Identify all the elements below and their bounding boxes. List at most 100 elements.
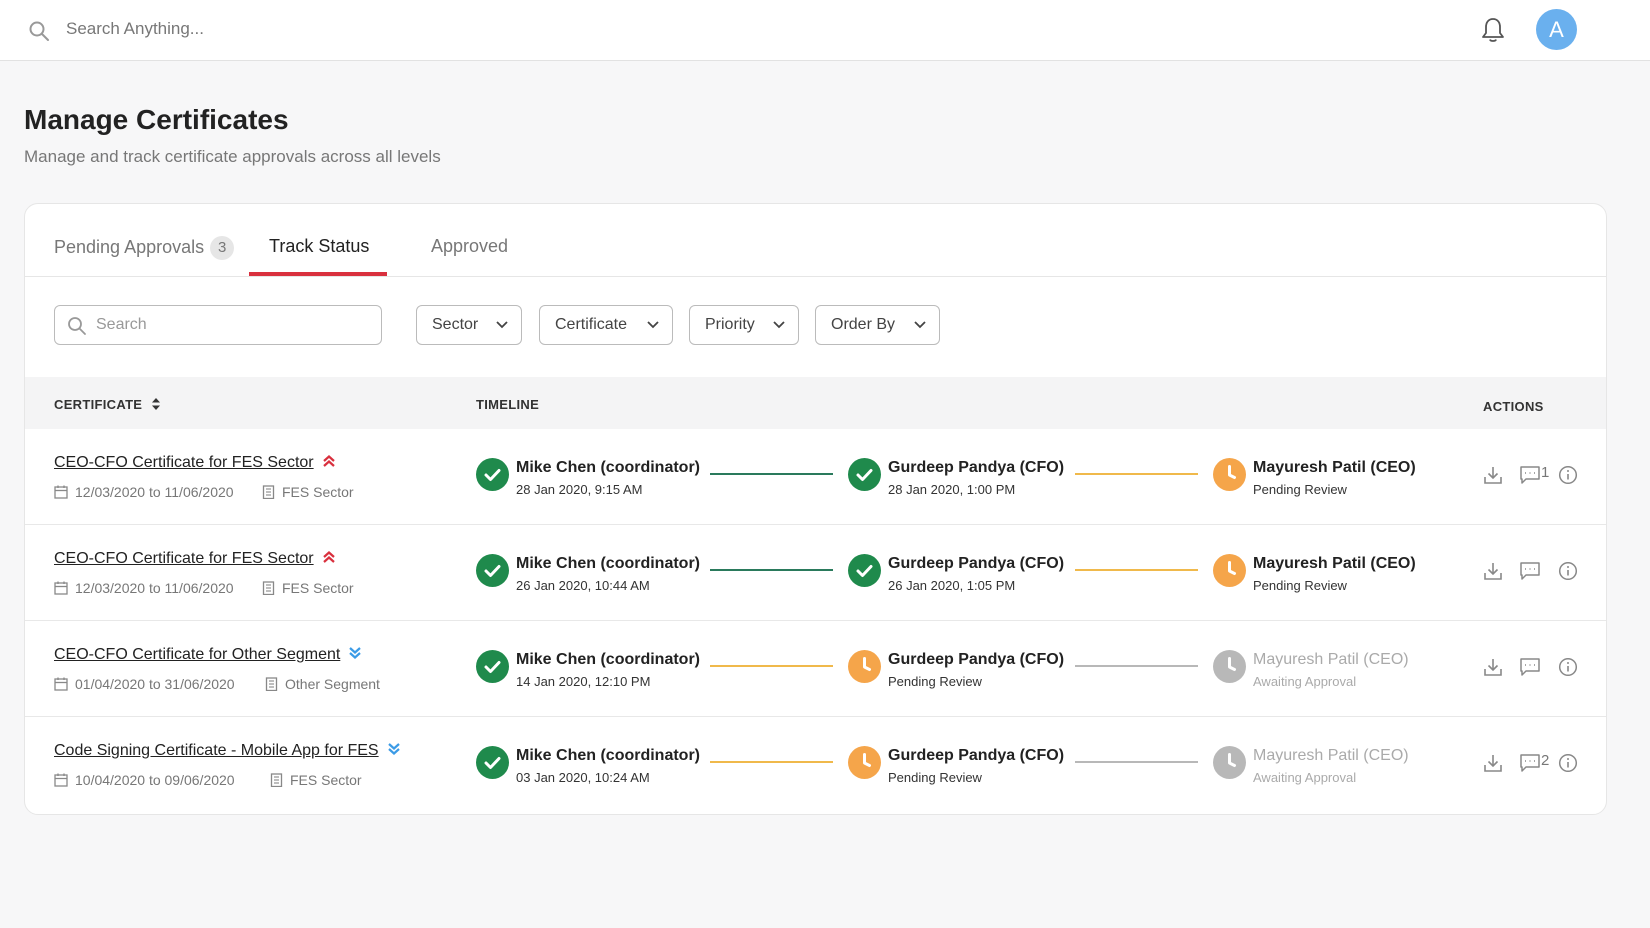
sector-label: FES Sector <box>262 484 354 500</box>
tab-pending-approvals[interactable]: Pending Approvals 3 <box>54 236 235 260</box>
stage-status-indicator <box>848 650 881 683</box>
certificates-card: Pending Approvals 3 Track Status Approved… <box>24 203 1607 815</box>
tab-approved[interactable]: Approved <box>431 236 508 257</box>
approver-name: Gurdeep Pandya (CFO) <box>888 555 1065 572</box>
clock-icon <box>863 657 871 671</box>
sort-icon[interactable] <box>151 397 161 411</box>
calendar-icon <box>54 677 68 691</box>
comment-icon[interactable] <box>1519 753 1541 773</box>
check-icon <box>856 469 873 481</box>
info-icon[interactable] <box>1558 753 1578 773</box>
table-row: CEO-CFO Certificate for FES Sector 12/03/… <box>25 525 1606 621</box>
table-row: Code Signing Certificate - Mobile App fo… <box>25 717 1606 813</box>
stage-detail: 28 Jan 2020, 1:00 PM <box>888 482 1016 497</box>
chevron-down-icon <box>647 321 659 329</box>
sector-label: FES Sector <box>262 580 354 596</box>
table-row: CEO-CFO Certificate for Other Segment 01/… <box>25 621 1606 717</box>
calendar-icon <box>54 485 68 499</box>
timeline-connector <box>710 761 833 763</box>
stage-detail: Pending Review <box>1253 482 1347 497</box>
avatar[interactable]: A <box>1536 9 1577 50</box>
approver-name: Mayuresh Patil (CEO) <box>1253 747 1409 764</box>
chevron-down-icon <box>496 321 508 329</box>
comment-icon[interactable] <box>1519 561 1541 581</box>
comment-icon[interactable] <box>1519 657 1541 677</box>
info-icon[interactable] <box>1558 657 1578 677</box>
page-subtitle: Manage and track certificate approvals a… <box>24 147 441 166</box>
certificate-link[interactable]: CEO-CFO Certificate for FES Sector <box>54 454 336 472</box>
dropdown-label: Sector <box>432 316 479 333</box>
timeline-connector <box>710 569 833 571</box>
info-icon[interactable] <box>1558 465 1578 485</box>
stage-detail: Pending Review <box>888 770 982 785</box>
download-icon[interactable] <box>1483 657 1503 677</box>
sector-label: Other Segment <box>265 676 380 692</box>
approver-name: Mayuresh Patil (CEO) <box>1253 555 1416 572</box>
priority-dropdown[interactable]: Priority <box>689 305 799 345</box>
certificate-dropdown[interactable]: Certificate <box>539 305 673 345</box>
tab-label: Approved <box>431 236 509 256</box>
top-bar: Search Anything... A <box>0 0 1650 61</box>
double-chevron-down-icon <box>387 743 400 755</box>
approver-name: Mike Chen (coordinator) <box>516 459 701 476</box>
certificate-link[interactable]: Code Signing Certificate - Mobile App fo… <box>54 742 401 760</box>
stage-status-indicator <box>1213 650 1246 683</box>
bell-icon[interactable] <box>1480 16 1506 44</box>
approver-name: Gurdeep Pandya (CFO) <box>888 459 1065 476</box>
stage-status-indicator <box>476 554 509 587</box>
tab-label: Pending Approvals <box>54 237 205 257</box>
double-chevron-up-icon <box>322 551 335 563</box>
tab-label: Track Status <box>269 236 370 256</box>
timeline-connector <box>710 473 833 475</box>
column-label: CERTIFICATE <box>54 397 143 412</box>
download-icon[interactable] <box>1483 753 1503 773</box>
certificate-link[interactable]: CEO-CFO Certificate for FES Sector <box>54 550 336 568</box>
search-input[interactable] <box>96 314 366 336</box>
double-chevron-up-icon <box>322 455 335 467</box>
building-icon <box>270 773 283 788</box>
download-icon[interactable] <box>1483 561 1503 581</box>
pending-count-badge: 3 <box>210 236 235 260</box>
timeline-connector <box>710 665 833 667</box>
certificate-column-header[interactable]: CERTIFICATE <box>54 397 161 412</box>
table-row: CEO-CFO Certificate for FES Sector 12/03/… <box>25 429 1606 525</box>
clock-icon <box>1228 561 1236 575</box>
check-icon <box>484 565 501 577</box>
timeline-column-header: TIMELINE <box>476 397 540 412</box>
active-tab-indicator <box>249 272 387 276</box>
certificate-link[interactable]: CEO-CFO Certificate for Other Segment <box>54 646 362 664</box>
sector-dropdown[interactable]: Sector <box>416 305 522 345</box>
stage-detail: 03 Jan 2020, 10:24 AM <box>516 770 650 785</box>
sector-label: FES Sector <box>270 772 362 788</box>
timeline-connector <box>1075 473 1198 475</box>
approver-name: Mike Chen (coordinator) <box>516 555 701 572</box>
tab-track-status[interactable]: Track Status <box>269 236 369 257</box>
tab-bar: Pending Approvals 3 Track Status Approved <box>25 204 1606 277</box>
download-icon[interactable] <box>1483 465 1503 485</box>
comment-icon[interactable] <box>1519 465 1541 485</box>
check-icon <box>484 757 501 769</box>
building-icon <box>265 677 278 692</box>
stage-detail: 28 Jan 2020, 9:15 AM <box>516 482 643 497</box>
comment-count: 2 <box>1541 752 1550 769</box>
approver-name: Mike Chen (coordinator) <box>516 651 701 668</box>
info-icon[interactable] <box>1558 561 1578 581</box>
global-search-input[interactable]: Search Anything... <box>66 19 204 39</box>
stage-detail: 14 Jan 2020, 12:10 PM <box>516 674 651 689</box>
date-range: 01/04/2020 to 31/06/2020 <box>54 676 235 692</box>
building-icon <box>262 485 275 500</box>
clock-icon <box>1228 465 1236 479</box>
stage-status-indicator <box>476 746 509 779</box>
clock-icon <box>863 753 871 767</box>
stage-status-indicator <box>848 746 881 779</box>
filter-search-field[interactable] <box>54 305 382 345</box>
approver-name: Mayuresh Patil (CEO) <box>1253 459 1416 476</box>
stage-detail: Awaiting Approval <box>1253 770 1357 785</box>
table-header: CERTIFICATE TIMELINE ACTIONS <box>25 377 1606 429</box>
order-by-dropdown[interactable]: Order By <box>815 305 940 345</box>
stage-status-indicator <box>1213 554 1246 587</box>
stage-status-indicator <box>476 458 509 491</box>
clock-icon <box>1228 753 1236 767</box>
stage-detail: Pending Review <box>1253 578 1347 593</box>
search-icon <box>29 21 49 41</box>
